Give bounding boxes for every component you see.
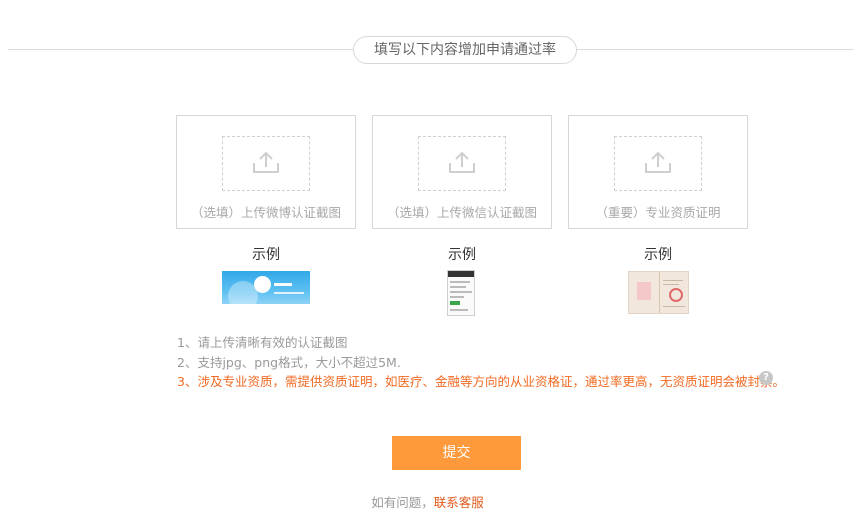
upload-wechat-label: （选填）上传微信认证截图	[386, 205, 537, 220]
note-line: 1、请上传清晰有效的认证截图	[177, 335, 348, 350]
footer-prefix: 如有问题，	[371, 495, 434, 510]
upload-icon	[645, 151, 671, 173]
upload-dropzone[interactable]	[418, 136, 506, 191]
example-label: 示例	[252, 247, 280, 263]
decoration	[450, 296, 464, 298]
submit-button[interactable]: 提交	[392, 436, 521, 470]
decoration	[450, 286, 466, 288]
example-label: 示例	[448, 247, 476, 263]
upload-dropzone[interactable]	[222, 136, 310, 191]
decoration	[450, 281, 470, 283]
section-title: 填写以下内容增加申请通过率	[353, 36, 577, 64]
decoration	[663, 284, 679, 285]
note-warning-line: 3、涉及专业资质，需提供资质证明，如医疗、金融等方向的从业资格证，通过率更高，无…	[177, 374, 785, 389]
question-circle-icon[interactable]: ?	[759, 371, 773, 385]
logo-mark	[254, 276, 271, 293]
wechat-example-image[interactable]	[447, 270, 475, 316]
note-line: 2、支持jpg、png格式，大小不超过5M.	[177, 354, 401, 370]
section-header: 填写以下内容增加申请通过率	[8, 36, 854, 66]
decoration	[274, 283, 292, 286]
decoration	[450, 291, 472, 293]
decoration	[274, 292, 304, 294]
upload-icon	[253, 151, 279, 173]
example-label: 示例	[644, 247, 672, 263]
upload-icon	[449, 151, 475, 173]
decoration	[637, 282, 651, 300]
decoration	[450, 301, 460, 305]
upload-dropzone[interactable]	[614, 136, 702, 191]
decoration	[448, 271, 474, 277]
decoration	[663, 306, 685, 307]
stamp-mark	[669, 288, 683, 302]
upload-certificate-label: （重要）专业资质证明	[595, 205, 721, 220]
weibo-example-image[interactable]	[222, 271, 310, 304]
footer-help: 如有问题，联系客服	[0, 492, 855, 511]
decoration	[659, 272, 660, 313]
upload-weibo-card[interactable]: （选填）上传微博认证截图	[176, 115, 356, 229]
decoration	[663, 280, 683, 281]
upload-notes: 1、请上传清晰有效的认证截图 2、支持jpg、png格式，大小不超过5M. 3、…	[177, 333, 785, 392]
upload-wechat-card[interactable]: （选填）上传微信认证截图	[372, 115, 552, 229]
contact-support-link[interactable]: 联系客服	[434, 495, 484, 510]
certificate-example-image[interactable]	[628, 271, 689, 314]
upload-certificate-card[interactable]: （重要）专业资质证明	[568, 115, 748, 229]
upload-weibo-label: （选填）上传微博认证截图	[190, 205, 341, 220]
decoration	[450, 309, 468, 311]
